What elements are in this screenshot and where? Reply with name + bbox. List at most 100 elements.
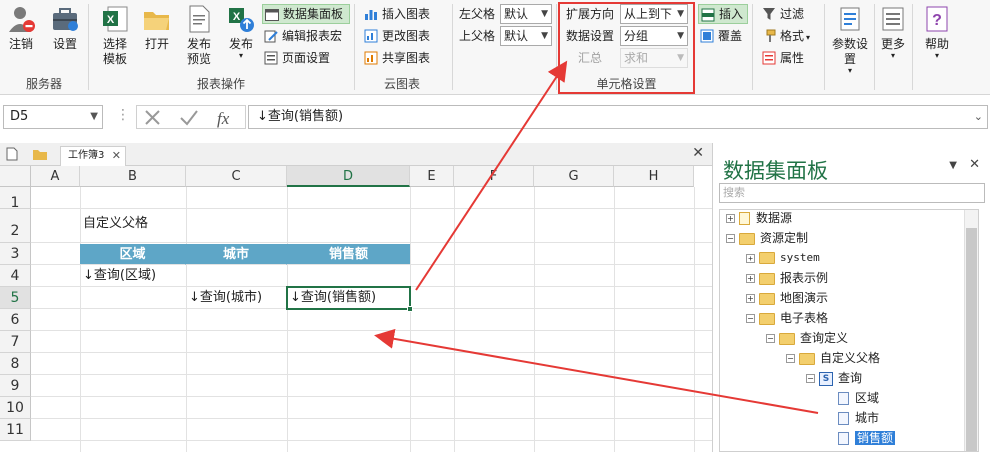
insert-chart-button[interactable]: 插入图表: [362, 4, 444, 24]
separator: [452, 4, 453, 90]
new-file-icon[interactable]: [6, 147, 18, 164]
bar-chart-icon: [364, 7, 378, 21]
expand-icon[interactable]: +: [746, 294, 755, 303]
properties-button[interactable]: 属性: [760, 48, 820, 68]
separator: [912, 4, 913, 90]
change-chart-button[interactable]: 更改图表: [362, 26, 444, 46]
cell-c3-header[interactable]: 城市: [186, 244, 287, 265]
chevron-down-icon[interactable]: ▼: [90, 106, 98, 128]
separator: [824, 4, 825, 90]
spreadsheet-grid: A B C D E F G H 1 2 3 4 5 6 7 8 9 10 11: [0, 166, 712, 452]
cell-b2[interactable]: 自定义父格: [80, 214, 230, 236]
tree-node-custom-parent[interactable]: − 自定义父格: [786, 348, 880, 368]
tree-node-map-demo[interactable]: + 地图演示: [746, 288, 828, 308]
tree-node-city[interactable]: 城市: [838, 408, 879, 428]
excel-publish-icon: X: [226, 4, 256, 34]
tree-node-spreadsheet[interactable]: − 电子表格: [746, 308, 828, 328]
expand-icon[interactable]: +: [726, 214, 735, 223]
chevron-down-icon: ▼: [541, 9, 548, 19]
page-setup-button[interactable]: 页面设置: [262, 48, 342, 68]
collapse-icon[interactable]: −: [786, 354, 795, 363]
collapse-icon[interactable]: −: [806, 374, 815, 383]
collapse-icon[interactable]: −: [766, 334, 775, 343]
chevron-down-icon: ▾: [806, 33, 811, 42]
dataset-panel-button[interactable]: 数据集面板: [262, 4, 350, 24]
tree-node-system[interactable]: + system: [746, 248, 820, 268]
chevron-down-icon[interactable]: ⌄: [974, 106, 983, 128]
chevron-down-icon: ▼: [541, 31, 548, 41]
overwrite-icon: [700, 29, 714, 43]
dropdown-icon[interactable]: ▼: [949, 160, 957, 171]
field-icon: [838, 432, 849, 445]
svg-text:X: X: [107, 14, 115, 26]
settings-label: 设置: [52, 37, 77, 51]
help-button[interactable]: ? 帮助 ▾: [920, 4, 954, 60]
collapse-icon[interactable]: −: [746, 314, 755, 323]
formula-input[interactable]: ↓查询(销售额) ⌄: [248, 105, 988, 129]
publish-dropdown-icon[interactable]: ▾: [224, 52, 258, 60]
logout-button[interactable]: 注销: [4, 4, 38, 52]
tree-node-region[interactable]: 区域: [838, 388, 879, 408]
tree-node-report-samples[interactable]: + 报表示例: [746, 268, 828, 288]
tree-node-query-def[interactable]: − 查询定义: [766, 328, 848, 348]
svg-text:X: X: [233, 11, 241, 23]
close-icon[interactable]: ✕: [112, 147, 121, 165]
left-parent-select[interactable]: 默认 ▼: [500, 4, 552, 24]
param-settings-button[interactable]: 参数设置 ▾: [828, 4, 872, 75]
left-parent-label: 左父格: [459, 7, 496, 21]
select-template-button[interactable]: X 选择 模板: [96, 4, 134, 67]
annotation-highlight-box: [558, 2, 695, 94]
publish-preview-button[interactable]: 发布 预览: [182, 4, 216, 67]
more-options-icon: ⋮: [116, 107, 130, 123]
settings-button[interactable]: 设置: [48, 4, 82, 52]
tree-node-resource-custom[interactable]: − 资源定制: [726, 228, 808, 248]
properties-label: 属性: [780, 51, 805, 65]
share-chart-label: 共享图表: [382, 51, 431, 65]
select-template-label-2: 模板: [102, 52, 127, 66]
expand-icon[interactable]: +: [746, 274, 755, 283]
edit-macro-button[interactable]: 编辑报表宏: [262, 26, 354, 46]
help-label: 帮助: [924, 37, 949, 51]
expand-icon[interactable]: +: [746, 253, 755, 263]
scrollbar-thumb[interactable]: [966, 228, 977, 451]
folder-open-icon: [142, 4, 172, 34]
panel-search-input[interactable]: 搜索: [719, 183, 985, 203]
more-button[interactable]: 更多 ▾: [878, 4, 908, 60]
format-button[interactable]: 格式 ▾: [760, 26, 820, 46]
cell-b4[interactable]: ↓查询(区域): [80, 266, 220, 287]
top-parent-select[interactable]: 默认 ▼: [500, 26, 552, 46]
publish-button[interactable]: X 发布 ▾: [224, 4, 258, 60]
collapse-icon[interactable]: −: [726, 234, 735, 243]
overwrite-button[interactable]: 覆盖: [698, 26, 748, 46]
excel-icon: X: [100, 4, 130, 34]
format-label: 格式: [780, 29, 805, 43]
open-label: 打开: [144, 37, 169, 51]
panel-title: 数据集面板: [723, 159, 828, 183]
name-box[interactable]: D5 ▼: [3, 105, 103, 129]
filter-button[interactable]: 过滤: [760, 4, 820, 24]
tab-workbook[interactable]: 工作簿3 ✕: [60, 146, 126, 166]
folder-icon[interactable]: [32, 147, 48, 164]
close-icon[interactable]: ✕: [969, 157, 980, 172]
folder-icon: [759, 252, 775, 264]
fill-handle[interactable]: [407, 306, 413, 312]
insert-button[interactable]: 插入: [698, 4, 748, 24]
open-button[interactable]: 打开: [140, 4, 174, 52]
overwrite-label: 覆盖: [718, 29, 743, 43]
tree-node-sales[interactable]: 销售额: [838, 428, 896, 448]
chevron-down-icon: ▾: [934, 51, 939, 60]
separator: [752, 4, 753, 90]
share-chart-button[interactable]: 共享图表: [362, 48, 444, 68]
formula-buttons: fx: [136, 105, 246, 129]
tree-scrollbar[interactable]: [964, 210, 978, 451]
cell-b3-header[interactable]: 区域: [80, 244, 186, 265]
panel-controls: ▼ ✕: [949, 157, 980, 172]
close-workbook-icon[interactable]: ✕: [692, 145, 704, 161]
tree-node-datasource[interactable]: + 数据源: [726, 210, 792, 228]
insert-label: 插入: [719, 7, 744, 21]
tree-node-query[interactable]: − S 查询: [806, 368, 862, 388]
insert-chart-label: 插入图表: [382, 7, 431, 21]
svg-text:?: ?: [932, 12, 942, 29]
cell-c5[interactable]: ↓查询(城市): [186, 288, 287, 309]
cell-d3-header[interactable]: 销售额: [287, 244, 410, 265]
